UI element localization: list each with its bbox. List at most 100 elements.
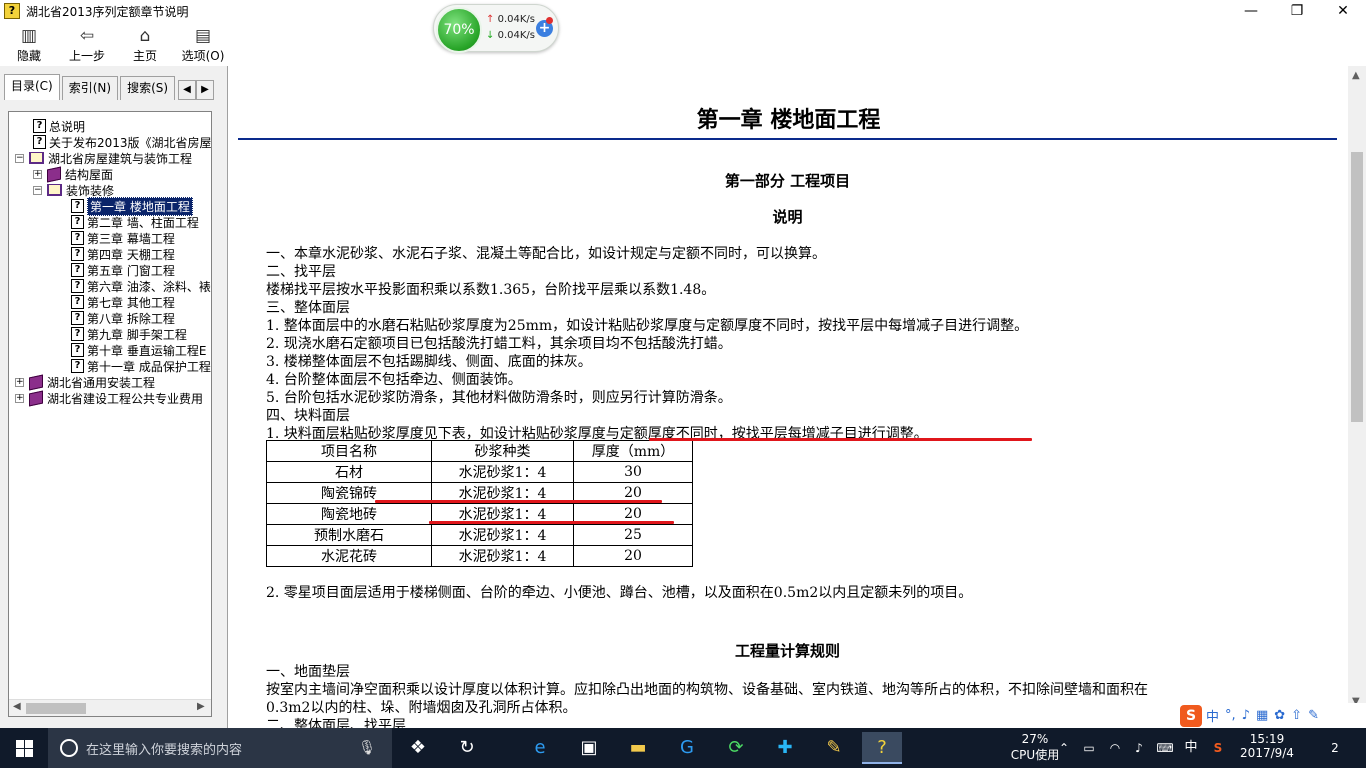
collapse-icon[interactable]: − [33, 185, 42, 195]
closed-book-icon [29, 390, 43, 406]
tree-item[interactable]: + 湖北省建设工程公共专业费用 [15, 390, 203, 406]
plus-app-icon[interactable]: ✚ [765, 732, 805, 764]
title-divider [238, 138, 1337, 140]
tree-item[interactable]: ? 第五章 门窗工程 [71, 262, 175, 278]
start-button[interactable] [0, 728, 48, 768]
tray-expand-icon[interactable]: ⌃ [1056, 728, 1072, 768]
tree-horizontal-scrollbar[interactable]: ◀ ▶ [9, 699, 211, 716]
tools-icon[interactable]: ✎ [1308, 708, 1319, 723]
network-speed-widget[interactable]: 70% ↑ 0.04K/s ↓ 0.04K/s + [433, 4, 559, 53]
help-app-icon: ? [4, 3, 20, 19]
volume-icon[interactable]: ♪ [1130, 728, 1148, 768]
tree-item-label: 总说明 [49, 119, 86, 134]
tree-item[interactable]: ? 总说明 [33, 118, 85, 134]
tree-item-label: 结构屋面 [65, 167, 114, 182]
content-vertical-scrollbar[interactable]: ▲ ▼ [1348, 66, 1366, 728]
tree-item[interactable]: ? 第二章 墙、柱面工程 [71, 214, 199, 230]
restore-button[interactable]: ❐ [1274, 0, 1320, 22]
taskbar-search[interactable]: 在这里输入你要搜索的内容 🎙 [48, 728, 392, 768]
tree-item[interactable]: + 湖北省通用安装工程 [15, 374, 155, 390]
keyboard-icon[interactable]: ▦ [1256, 708, 1268, 723]
tree-item[interactable]: ? 第一章 楼地面工程 [71, 196, 193, 216]
ime-language[interactable]: 中 [1206, 706, 1219, 725]
expand-icon[interactable]: + [15, 377, 24, 387]
contents-tree[interactable]: ? 总说明? 关于发布2013版《湖北省房屋 − 湖北省房屋建筑与装饰工程 + 结构屋面 − 装… [8, 111, 212, 717]
edge-browser-icon[interactable]: e [520, 732, 560, 764]
app-swirl-icon[interactable]: ↻ [447, 732, 487, 764]
home-button[interactable]: ⌂ 主页 [116, 22, 174, 66]
memory-percent-badge[interactable]: 70% [436, 7, 482, 53]
download-speed-value: 0.04K/s [497, 30, 535, 41]
table-cell: 预制水磨石 [266, 524, 432, 546]
help-page-icon: ? [71, 199, 84, 213]
tab-search[interactable]: 搜索(S) [120, 76, 176, 100]
scroll-thumb[interactable] [26, 703, 86, 714]
scroll-up-icon[interactable]: ▲ [1352, 70, 1360, 81]
notes-app-icon[interactable]: ✎ [814, 732, 854, 764]
text-line: 2. 现浇水磨石定额项目已包括酸洗打蜡工料，其余项目均不包括酸洗打蜡。 [266, 336, 732, 352]
close-button[interactable]: ✕ [1320, 0, 1366, 22]
tree-item-label: 第二章 墙、柱面工程 [87, 215, 199, 230]
tree-item-label: 第四章 天棚工程 [87, 247, 175, 262]
back-button[interactable]: ⇦ 上一步 [58, 22, 116, 66]
minimize-button[interactable]: — [1228, 0, 1274, 22]
ime-punctuation[interactable]: °, [1225, 708, 1236, 723]
options-button[interactable]: ▤ 选项(O) [174, 22, 232, 66]
tree-item[interactable]: ? 第八章 拆除工程 [71, 310, 175, 326]
collapse-icon[interactable]: − [15, 153, 24, 163]
search-placeholder: 在这里输入你要搜索的内容 [86, 742, 243, 758]
tab-index[interactable]: 索引(N) [61, 76, 119, 100]
notification-count: 2 [1331, 741, 1339, 755]
task-view-icon[interactable]: ❖ [398, 732, 438, 764]
table-header-row: 项目名称 砂浆种类 厚度（mm） [266, 440, 693, 462]
tree-item[interactable]: + 结构屋面 [33, 166, 113, 182]
text-line: 二、找平层 [266, 264, 336, 280]
g-app-icon[interactable]: G [667, 732, 707, 764]
microphone-icon[interactable]: 🎙 [358, 740, 376, 756]
tree-item-label: 第三章 幕墙工程 [87, 231, 175, 246]
notifications-icon[interactable]: 2 [1320, 728, 1350, 768]
notification-dot [546, 17, 553, 24]
touch-keyboard-icon[interactable]: ⌨ [1154, 728, 1176, 768]
navigation-pane: 目录(C) 索引(N) 搜索(S) ◀ ▶ ? 总说明? 关于发布2013版《湖北省… [0, 66, 228, 728]
tree-item[interactable]: ? 第三章 幕墙工程 [71, 230, 175, 246]
tree-item[interactable]: ? 第十章 垂直运输工程E [71, 342, 206, 358]
expand-icon[interactable]: + [33, 169, 42, 179]
hide-button[interactable]: ▥ 隐藏 [0, 22, 58, 66]
help-viewer-taskbar-icon[interactable]: ? [862, 732, 902, 764]
expand-icon[interactable]: + [15, 393, 24, 403]
ime-toolbar[interactable]: S 中 °, ♪ ▦ ✿ ⇧ ✎ [1180, 703, 1366, 728]
tray-app-icon[interactable]: ▭ [1080, 728, 1098, 768]
tree-item[interactable]: − 湖北省房屋建筑与装饰工程 [15, 150, 192, 166]
tab-scroll-right-icon[interactable]: ▶ [196, 80, 214, 100]
cpu-meter[interactable]: 27% CPU使用 [1010, 732, 1060, 768]
tree-item[interactable]: ? 第七章 其他工程 [71, 294, 175, 310]
network-icon[interactable]: ◠ [1106, 728, 1124, 768]
microphone-icon[interactable]: ♪ [1242, 708, 1250, 723]
refresh-app-icon[interactable]: ⟳ [716, 732, 756, 764]
taskbar-ime-language[interactable]: 中 [1182, 728, 1200, 768]
annotation-underline [649, 438, 1032, 441]
cpu-label: CPU使用 [1010, 748, 1060, 762]
tree-item[interactable]: ? 第四章 天棚工程 [71, 246, 175, 262]
scroll-right-icon[interactable]: ▶ [197, 701, 205, 712]
tree-item[interactable]: ? 第十一章 成品保护工程 [71, 358, 211, 374]
home-label: 主页 [132, 49, 157, 63]
tab-scroll-left-icon[interactable]: ◀ [178, 80, 196, 100]
table-cell: 石材 [266, 461, 432, 483]
scroll-thumb[interactable] [1351, 152, 1363, 422]
clock[interactable]: 15:19 2017/9/4 [1236, 732, 1298, 768]
scroll-left-icon[interactable]: ◀ [13, 701, 21, 712]
tree-item[interactable]: ? 第六章 油漆、涂料、裱 [71, 278, 211, 294]
upload-icon[interactable]: ⇧ [1291, 708, 1302, 723]
tab-contents[interactable]: 目录(C) [4, 74, 60, 100]
file-explorer-icon[interactable]: ▬ [618, 732, 658, 764]
store-icon[interactable]: ▣ [569, 732, 609, 764]
explanation-title: 说明 [772, 208, 803, 226]
tree-item[interactable]: ? 第九章 脚手架工程 [71, 326, 187, 342]
sogou-ime-icon[interactable]: S [1180, 704, 1202, 727]
part-title: 第一部分 工程项目 [724, 172, 851, 190]
tree-item[interactable]: ? 关于发布2013版《湖北省房屋 [33, 134, 211, 150]
skin-icon[interactable]: ✿ [1274, 708, 1285, 723]
sogou-tray-icon[interactable]: S [1208, 728, 1228, 768]
